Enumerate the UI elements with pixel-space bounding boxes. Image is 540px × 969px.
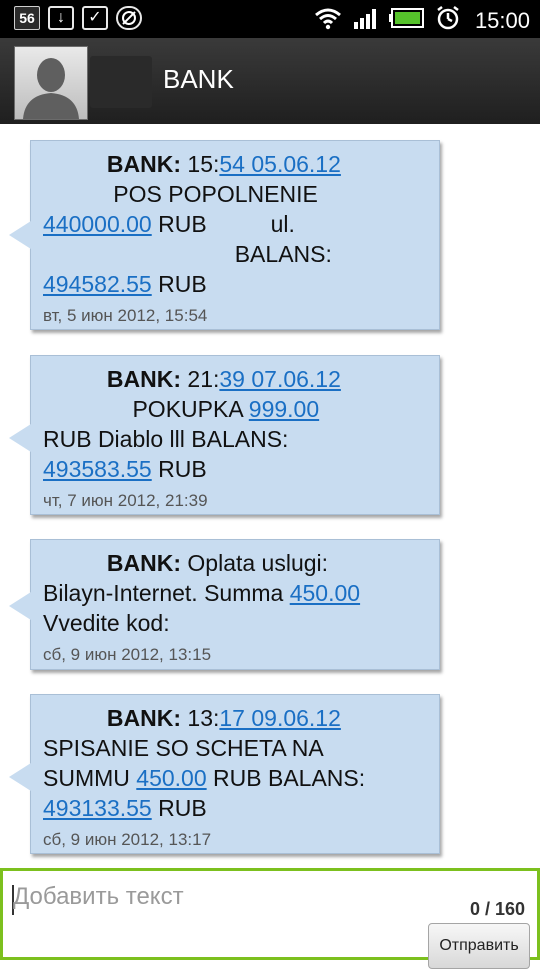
message-text: BANK: Oplata uslugi: Bilayn-Internet. Su… [43,550,361,636]
character-counter: 0 / 160 [469,899,525,919]
battery-icon [388,7,425,34]
message-link[interactable]: 999.00 [249,396,319,422]
message-sender: BANK: [106,550,182,576]
notification-icons: 56 ↓ ✓ [14,6,142,30]
no-sim-icon [116,6,142,30]
message-text: BANK: 13:17 09.06.12 SPISANIE SO SCHETA … [43,705,366,821]
message-list[interactable]: BANK: 15:54 05.06.12 POS POPOLNENIE 4400… [0,124,540,868]
message-text: BANK: 21:39 07.06.12 POKUPKA 999.00 RUB … [43,366,341,482]
send-button[interactable]: Отправить [428,923,530,969]
contact-name: BANK [163,64,234,94]
message-link[interactable]: 494582.55 [43,271,152,297]
signal-icon [353,6,379,35]
compose-area: Добавить текст 0 / 160 Отправить [0,868,540,969]
message-link[interactable]: 493133.55 [43,795,152,821]
download-icon: ↓ [48,6,74,30]
message-bubble[interactable]: BANK: 21:39 07.06.12 POKUPKA 999.00 RUB … [9,355,440,515]
conversation-header: BANK [0,38,540,125]
message-text: BANK: 15:54 05.06.12 POS POPOLNENIE 4400… [43,151,341,297]
message-sender: BANK: [106,705,182,731]
contact-avatar[interactable] [14,46,88,120]
message-timestamp: сб, 9 июн 2012, 13:17 [43,830,212,849]
message-link[interactable]: 39 07.06.12 [219,366,341,392]
notification-count-badge: 56 [14,6,40,30]
message-sender: BANK: [106,151,182,177]
message-bubble[interactable]: BANK: 13:17 09.06.12 SPISANIE SO SCHETA … [9,694,440,854]
message-timestamp: чт, 7 июн 2012, 21:39 [43,491,208,510]
message-link[interactable]: 450.00 [290,580,360,606]
message-timestamp: сб, 9 июн 2012, 13:15 [43,645,212,664]
message-sender: BANK: [106,366,182,392]
redacted-area [90,56,152,108]
message-link[interactable]: 450.00 [136,765,206,791]
message-bubble[interactable]: BANK: 15:54 05.06.12 POS POPOLNENIE 4400… [9,140,440,330]
wifi-icon [313,6,343,35]
message-link[interactable]: 493583.55 [43,456,152,482]
status-bar: 56 ↓ ✓ 15:00 [0,0,540,38]
alarm-clock-icon [435,5,461,36]
message-link[interactable]: 54 05.06.12 [219,151,341,177]
message-input[interactable]: Добавить текст [13,883,413,919]
task-done-icon: ✓ [82,6,108,30]
system-icons: 15:00 [313,5,530,36]
message-bubble[interactable]: BANK: Oplata uslugi: Bilayn-Internet. Su… [9,539,440,670]
person-silhouette-icon [23,58,79,119]
message-timestamp: вт, 5 июн 2012, 15:54 [43,306,208,325]
clock-time: 15:00 [474,7,530,33]
message-link[interactable]: 17 09.06.12 [219,705,341,731]
message-link[interactable]: 440000.00 [43,211,152,237]
